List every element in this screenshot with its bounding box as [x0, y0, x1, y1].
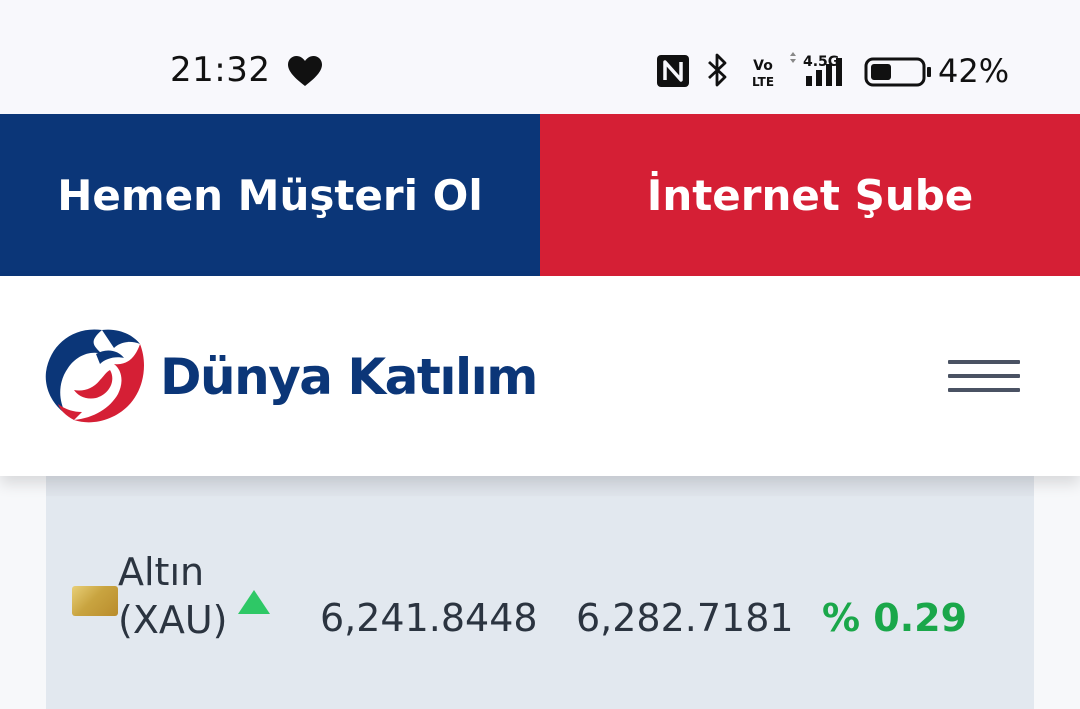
svg-text:LTE: LTE [752, 75, 774, 88]
battery-icon [864, 57, 931, 87]
internet-branch-button[interactable]: İnternet Şube [540, 114, 1080, 276]
trend-up-icon [238, 590, 270, 614]
hamburger-menu-icon[interactable] [946, 356, 1022, 396]
battery-percentage: 42% [938, 52, 1010, 90]
logo-text[interactable]: Dünya Katılım [160, 348, 538, 406]
nfc-icon [657, 55, 689, 87]
dunya-katilim-logo-icon[interactable] [44, 324, 148, 428]
sell-price: 6,282.7181 [576, 596, 794, 640]
signal-icon: 4.5G [790, 52, 842, 86]
cta-bar: Hemen Müşteri Ol İnternet Şube [0, 114, 1080, 276]
svg-text:4.5G: 4.5G [803, 54, 839, 70]
bluetooth-icon [708, 53, 727, 87]
become-customer-button[interactable]: Hemen Müşteri Ol [0, 114, 540, 276]
status-time: 21:32 [170, 50, 271, 90]
site-header: Dünya Katılım [0, 276, 1080, 476]
rates-section: Altın (XAU) 6,241.8448 6,282.7181 % 0.29 [0, 476, 1080, 709]
buy-price: 6,241.8448 [320, 596, 538, 640]
volte-icon: Vo LTE [752, 58, 774, 88]
svg-text:Vo: Vo [753, 58, 773, 74]
change-percent: % 0.29 [822, 596, 968, 640]
asset-name: Altın (XAU) [118, 550, 228, 642]
status-bar: 21:32 Vo LTE 4.5G 42% [0, 0, 1080, 114]
heart-icon [288, 56, 322, 86]
rate-row-gold[interactable]: Altın (XAU) 6,241.8448 6,282.7181 % 0.29 [46, 496, 1034, 709]
gold-bar-icon [72, 586, 118, 616]
rates-table-header [46, 476, 1034, 497]
